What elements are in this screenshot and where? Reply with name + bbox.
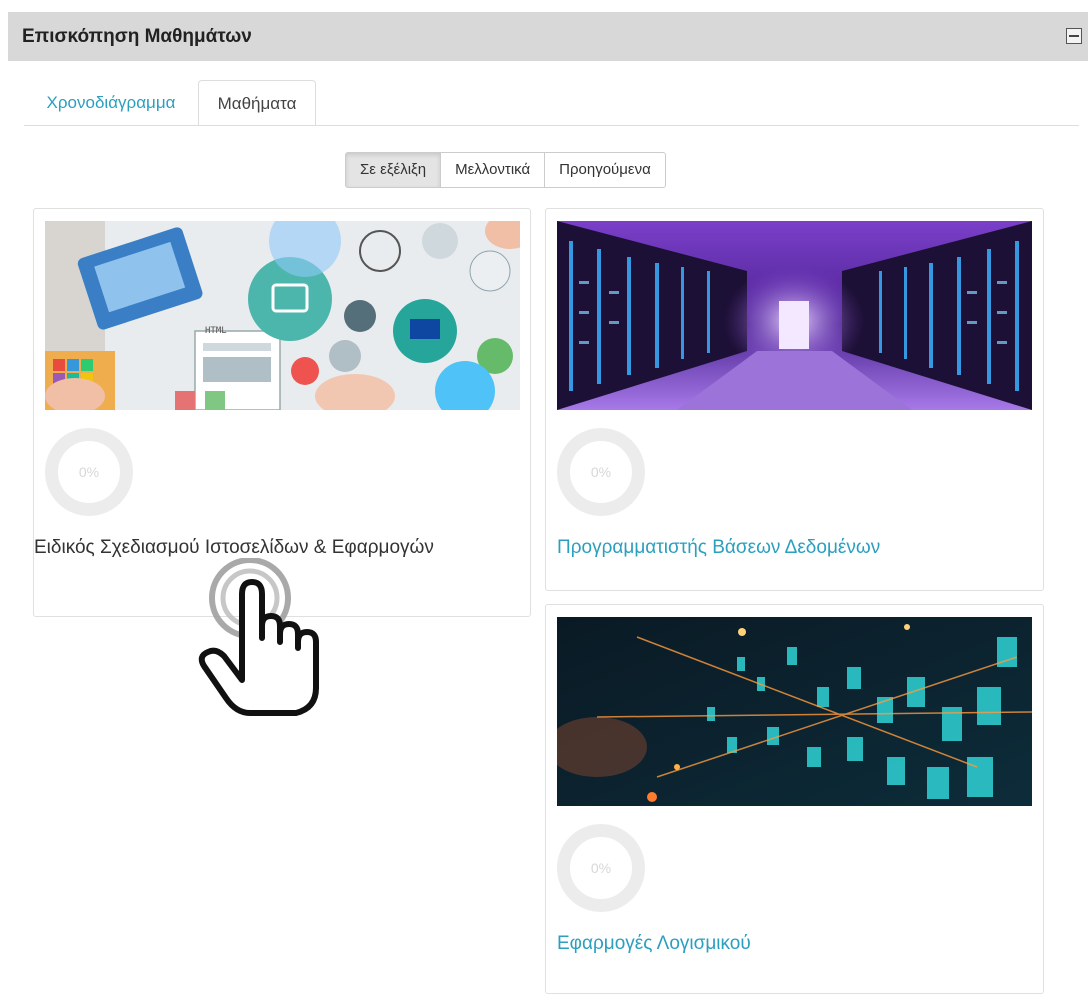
progress-chart: 0% (557, 824, 645, 912)
tab-courses[interactable]: Μαθήματα (198, 80, 316, 126)
course-name[interactable]: Ειδικός Σχεδιασμού Ιστοσελίδων & Εφαρμογ… (34, 536, 454, 560)
hand-pointer-icon (198, 558, 319, 716)
course-card[interactable]: 0% Εφαρμογές Λογισμικού (545, 604, 1044, 994)
tabs-divider (24, 125, 1079, 126)
progress-label: 0% (590, 464, 612, 480)
progress-label: 0% (78, 464, 100, 480)
course-card[interactable]: HTML 0% Ειδικός Σχεδιασμού Ιστοσελίδων &… (33, 208, 531, 617)
progress-label: 0% (590, 860, 612, 876)
filter-future[interactable]: Μελλοντικά (440, 152, 546, 188)
filter-in-progress[interactable]: Σε εξέλιξη (345, 152, 442, 188)
filter-past[interactable]: Προηγούμενα (544, 152, 666, 188)
course-card[interactable]: 0% Προγραμματιστής Βάσεων Δεδομένων (545, 208, 1044, 591)
block-title: Επισκόπηση Μαθημάτων (22, 26, 252, 47)
progress-chart: 0% (557, 428, 645, 516)
course-name[interactable]: Προγραμματιστής Βάσεων Δεδομένων (557, 536, 880, 560)
course-filter: Σε εξέλιξη Μελλοντικά Προηγούμενα (345, 152, 666, 188)
course-name[interactable]: Εφαρμογές Λογισμικού (557, 932, 751, 956)
minus-square-icon[interactable] (1066, 28, 1082, 44)
progress-chart: 0% (45, 428, 133, 516)
block-header: Επισκόπηση Μαθημάτων (8, 12, 1088, 61)
course-image-server-room[interactable] (557, 221, 1032, 410)
course-image-binary-data[interactable] (557, 617, 1032, 806)
tab-timeline[interactable]: Χρονοδιάγραμμα (26, 80, 196, 126)
course-image-web-design[interactable]: HTML (45, 221, 520, 410)
svg-text:HTML: HTML (205, 326, 227, 336)
